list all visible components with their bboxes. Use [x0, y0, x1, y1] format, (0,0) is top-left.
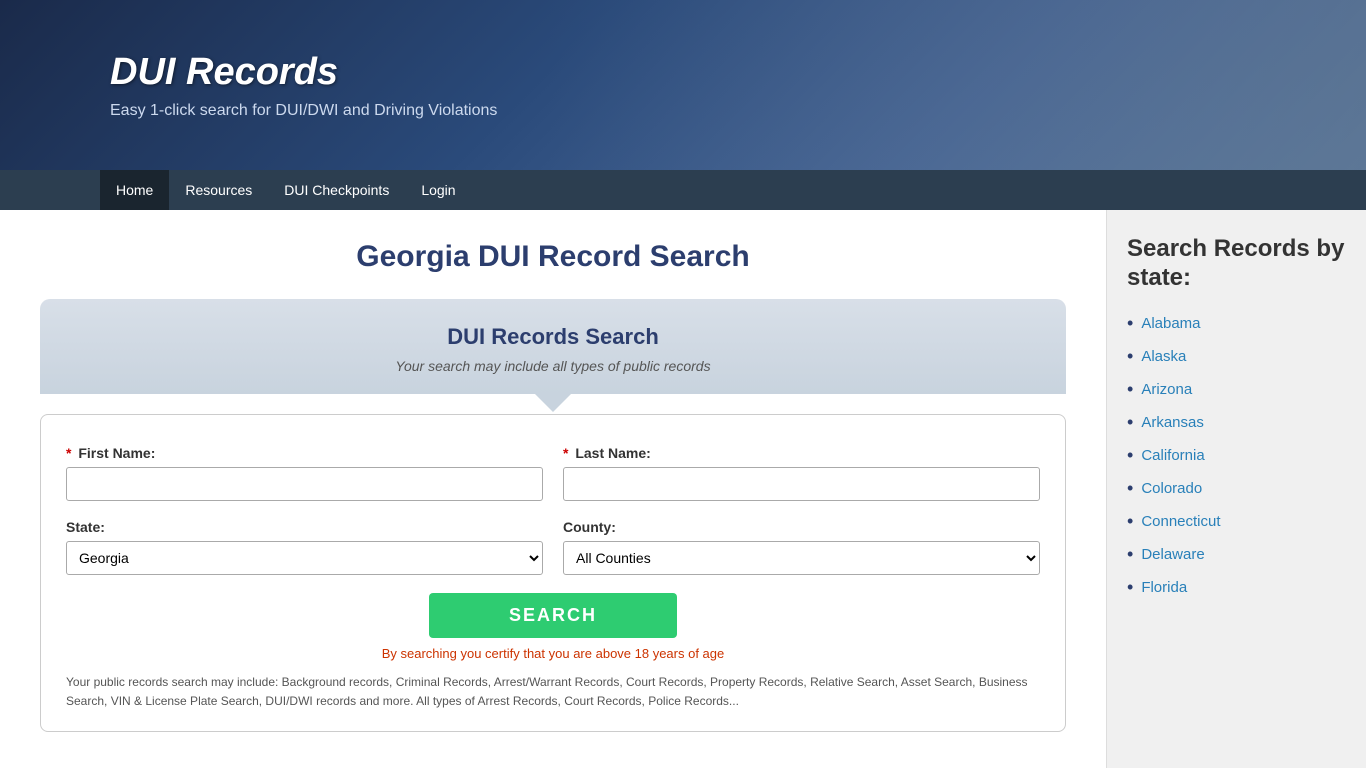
first-name-group: * First Name: [66, 445, 543, 501]
first-name-required: * [66, 445, 71, 461]
navigation: Home Resources DUI Checkpoints Login [0, 170, 1366, 210]
state-label: State: [66, 519, 543, 535]
sidebar-list-item: • California [1127, 445, 1346, 466]
search-btn-row: SEARCH [66, 593, 1040, 638]
sidebar-list-item: • Colorado [1127, 478, 1346, 499]
sidebar-bullet: • [1127, 478, 1133, 499]
site-title: DUI Records [110, 51, 497, 94]
sidebar: Search Records by state: • Alabama • Alaska… [1106, 210, 1366, 768]
header-content: DUI Records Easy 1-click search for DUI/… [110, 51, 497, 120]
last-name-input[interactable] [563, 467, 1040, 501]
main-layout: Georgia DUI Record Search DUI Records Se… [0, 210, 1366, 768]
nav-login[interactable]: Login [405, 170, 471, 210]
sidebar-state-link[interactable]: Connecticut [1141, 513, 1220, 530]
sidebar-bullet: • [1127, 544, 1133, 565]
sidebar-state-link[interactable]: Delaware [1141, 546, 1204, 563]
page-heading: Georgia DUI Record Search [40, 240, 1066, 274]
sidebar-title: Search Records by state: [1127, 235, 1346, 293]
search-button[interactable]: SEARCH [429, 593, 677, 638]
nav-home[interactable]: Home [100, 170, 169, 210]
sidebar-bullet: • [1127, 445, 1133, 466]
sidebar-bullet: • [1127, 511, 1133, 532]
sidebar-list-item: • Connecticut [1127, 511, 1346, 532]
first-name-input[interactable] [66, 467, 543, 501]
search-form: * First Name: * Last Name: State: [40, 414, 1066, 732]
last-name-group: * Last Name: [563, 445, 1040, 501]
sidebar-state-link[interactable]: Florida [1141, 579, 1187, 596]
search-header-box: DUI Records Search Your search may inclu… [40, 299, 1066, 394]
last-name-required: * [563, 445, 568, 461]
sidebar-list-item: • Alaska [1127, 346, 1346, 367]
sidebar-state-link[interactable]: Arkansas [1141, 414, 1204, 431]
site-subtitle: Easy 1-click search for DUI/DWI and Driv… [110, 102, 497, 120]
public-records-text: Your public records search may include: … [66, 673, 1040, 711]
state-select[interactable]: AlabamaAlaskaArizonaArkansasCaliforniaCo… [66, 541, 543, 575]
sidebar-bullet: • [1127, 313, 1133, 334]
sidebar-state-link[interactable]: Arizona [1141, 381, 1192, 398]
header-background [546, 0, 1366, 170]
sidebar-bullet: • [1127, 577, 1133, 598]
county-label: County: [563, 519, 1040, 535]
sidebar-state-link[interactable]: Alabama [1141, 315, 1200, 332]
sidebar-bullet: • [1127, 379, 1133, 400]
sidebar-bullet: • [1127, 346, 1133, 367]
sidebar-state-link[interactable]: Alaska [1141, 348, 1186, 365]
sidebar-bullet: • [1127, 412, 1133, 433]
name-row: * First Name: * Last Name: [66, 445, 1040, 501]
main-content: Georgia DUI Record Search DUI Records Se… [0, 210, 1106, 768]
sidebar-list-item: • Arizona [1127, 379, 1346, 400]
age-disclaimer: By searching you certify that you are ab… [66, 646, 1040, 661]
sidebar-state-link[interactable]: California [1141, 447, 1204, 464]
sidebar-state-link[interactable]: Colorado [1141, 480, 1202, 497]
search-box-subtitle: Your search may include all types of pub… [60, 358, 1046, 374]
county-group: County: All CountiesApplingAtkinsonBacon… [563, 519, 1040, 575]
sidebar-list-item: • Alabama [1127, 313, 1346, 334]
last-name-label: * Last Name: [563, 445, 1040, 461]
location-row: State: AlabamaAlaskaArizonaArkansasCalif… [66, 519, 1040, 575]
nav-dui-checkpoints[interactable]: DUI Checkpoints [268, 170, 405, 210]
search-box-title: DUI Records Search [60, 324, 1046, 350]
sidebar-state-list: • Alabama • Alaska • Arizona • Arkansas • Califor… [1127, 313, 1346, 598]
site-header: DUI Records Easy 1-click search for DUI/… [0, 0, 1366, 170]
county-select[interactable]: All CountiesApplingAtkinsonBaconBakerBal… [563, 541, 1040, 575]
nav-resources[interactable]: Resources [169, 170, 268, 210]
first-name-label: * First Name: [66, 445, 543, 461]
sidebar-list-item: • Delaware [1127, 544, 1346, 565]
sidebar-list-item: • Florida [1127, 577, 1346, 598]
sidebar-list-item: • Arkansas [1127, 412, 1346, 433]
state-group: State: AlabamaAlaskaArizonaArkansasCalif… [66, 519, 543, 575]
